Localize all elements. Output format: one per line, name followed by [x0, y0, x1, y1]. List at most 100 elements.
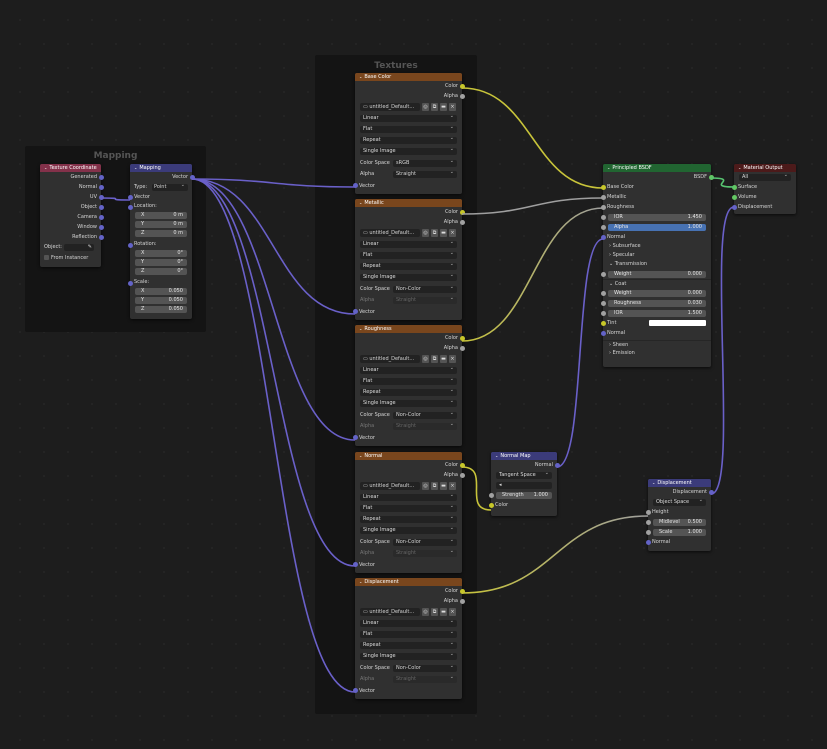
node-image-texture-normal[interactable]: ⌄ Normal Color Alpha ▭ untitled_Default... ◎ ⧉… — [352, 452, 465, 573]
node-mapping[interactable]: ⌄Mapping Vector Type: Point Vector Locat… — [127, 164, 195, 319]
extension-dropdown[interactable]: Repeat — [360, 389, 457, 397]
input-socket[interactable] — [352, 562, 358, 568]
input-socket[interactable] — [600, 320, 606, 326]
input-socket[interactable] — [645, 509, 651, 515]
image-selector[interactable]: ▭ untitled_Default... — [360, 355, 420, 363]
input-socket[interactable] — [352, 183, 358, 189]
image-selector[interactable]: ▭ untitled_Default... — [360, 482, 420, 490]
fake-user-icon[interactable]: ◎ — [422, 355, 429, 363]
extension-dropdown[interactable]: Repeat — [360, 516, 457, 524]
collapse-chevron-icon[interactable]: ⌄ — [652, 480, 655, 485]
target-dropdown[interactable]: All — [739, 173, 791, 181]
rotation-y-field[interactable]: Y 0° — [135, 259, 187, 266]
input-socket[interactable] — [600, 194, 606, 200]
node-header[interactable]: ⌄ Normal Map — [491, 452, 557, 460]
output-socket[interactable] — [459, 219, 465, 225]
duplicate-icon[interactable]: ⧉ — [431, 229, 438, 237]
collapse-chevron-icon[interactable]: ⌄ — [359, 74, 362, 79]
output-socket[interactable] — [189, 174, 195, 180]
node-header[interactable]: ⌄ Metallic — [355, 199, 462, 207]
close-icon[interactable]: × — [449, 355, 456, 363]
input-socket[interactable] — [352, 435, 358, 441]
panel-coat[interactable]: ⌄ Coat — [603, 279, 711, 288]
duplicate-icon[interactable]: ⧉ — [431, 608, 438, 616]
tint-color-swatch[interactable] — [649, 320, 706, 326]
panel-transmission[interactable]: ⌄ Transmission — [603, 260, 711, 269]
input-socket[interactable] — [600, 310, 606, 316]
node-image-texture-roughness[interactable]: ⌄ Roughness Color Alpha ▭ untitled_Default..… — [352, 325, 465, 446]
extension-dropdown[interactable]: Repeat — [360, 642, 457, 650]
input-socket[interactable] — [600, 300, 606, 306]
color-space-dropdown[interactable]: Non-Color — [393, 537, 457, 546]
from-instancer-checkbox[interactable] — [44, 255, 49, 260]
link-basecolor[interactable] — [461, 87, 604, 189]
collapse-chevron-icon[interactable]: ⌄ — [495, 453, 498, 458]
node-editor-canvas[interactable]: Mapping Textures ⌄ Texture Coordinate Gen… — [0, 0, 827, 749]
output-socket[interactable] — [459, 472, 465, 478]
collapse-chevron-icon[interactable]: ⌄ — [359, 326, 362, 331]
alpha-field[interactable]: Alpha 1.000 — [608, 223, 706, 231]
input-socket[interactable] — [600, 271, 606, 277]
fake-user-icon[interactable]: ◎ — [422, 608, 429, 616]
strength-field[interactable]: Strength 1.000 — [496, 491, 552, 499]
type-dropdown[interactable]: Point — [152, 182, 188, 191]
output-socket[interactable] — [459, 209, 465, 215]
output-socket[interactable] — [98, 194, 104, 200]
node-principled-bsdf[interactable]: ⌄ Principled BSDF BSDF Base Color Metalli… — [600, 164, 714, 367]
source-dropdown[interactable]: Single Image — [360, 400, 457, 408]
input-socket[interactable] — [488, 502, 494, 508]
output-socket[interactable] — [98, 174, 104, 180]
close-icon[interactable]: × — [449, 482, 456, 490]
image-selector[interactable]: ▭ untitled_Default... — [360, 229, 420, 237]
input-socket[interactable] — [731, 194, 737, 200]
interpolation-dropdown[interactable]: Linear — [360, 114, 457, 122]
output-socket[interactable] — [459, 93, 465, 99]
node-header[interactable]: ⌄ Normal — [355, 452, 462, 460]
input-socket[interactable] — [600, 234, 606, 240]
node-header[interactable]: ⌄ Base Color — [355, 73, 462, 81]
coat-ior-field[interactable]: IOR 1.500 — [608, 309, 706, 317]
input-socket[interactable] — [600, 330, 606, 336]
duplicate-icon[interactable]: ⧉ — [431, 355, 438, 363]
input-socket[interactable] — [600, 290, 606, 296]
output-socket[interactable] — [98, 224, 104, 230]
source-dropdown[interactable]: Single Image — [360, 527, 457, 535]
color-space-dropdown[interactable]: sRGB — [393, 158, 457, 167]
collapse-chevron-icon[interactable]: ⌄ — [738, 165, 741, 170]
input-socket[interactable] — [127, 194, 133, 200]
node-header[interactable]: ⌄ Principled BSDF — [603, 164, 711, 172]
scale-x-field[interactable]: X 0.050 — [135, 288, 187, 295]
transmission-weight-field[interactable]: Weight 0.000 — [608, 270, 706, 278]
scale-field[interactable]: Scale 1.000 — [653, 528, 706, 536]
input-socket[interactable] — [127, 204, 133, 210]
output-socket[interactable] — [98, 204, 104, 210]
input-socket[interactable] — [645, 539, 651, 545]
link-bsdf-output[interactable] — [710, 177, 735, 188]
alpha-mode-dropdown[interactable]: Straight — [393, 674, 457, 683]
projection-dropdown[interactable]: Flat — [360, 377, 457, 385]
collapse-chevron-icon[interactable]: ⌄ — [359, 200, 362, 205]
scale-z-field[interactable]: Z 0.050 — [135, 306, 187, 313]
input-socket[interactable] — [600, 184, 606, 190]
location-y-field[interactable]: Y 0 m — [135, 221, 187, 228]
coat-roughness-field[interactable]: Roughness 0.030 — [608, 299, 706, 307]
panel-specular[interactable]: › Specular — [603, 251, 711, 260]
node-displacement[interactable]: ⌄ Displacement Displacement Object Space … — [645, 479, 714, 551]
collapse-chevron-icon[interactable]: ⌄ — [359, 579, 362, 584]
open-folder-icon[interactable]: ▬ — [440, 103, 447, 111]
link-displacement-output[interactable] — [710, 206, 735, 495]
output-socket[interactable] — [459, 83, 465, 89]
output-socket[interactable] — [459, 345, 465, 351]
input-socket[interactable] — [127, 242, 133, 248]
node-header[interactable]: ⌄ Roughness — [355, 325, 462, 333]
source-dropdown[interactable]: Single Image — [360, 274, 457, 282]
close-icon[interactable]: × — [449, 229, 456, 237]
node-header[interactable]: ⌄ Mapping — [130, 164, 192, 172]
node-normal-map[interactable]: ⌄Normal Map Normal Tangent Space ◂ Stren… — [488, 452, 560, 516]
link-displacement-tex[interactable] — [461, 515, 649, 594]
close-icon[interactable]: × — [449, 608, 456, 616]
open-folder-icon[interactable]: ▬ — [440, 229, 447, 237]
space-dropdown[interactable]: Object Space — [653, 498, 706, 506]
projection-dropdown[interactable]: Flat — [360, 251, 457, 259]
rotation-x-field[interactable]: X 0° — [135, 250, 187, 257]
